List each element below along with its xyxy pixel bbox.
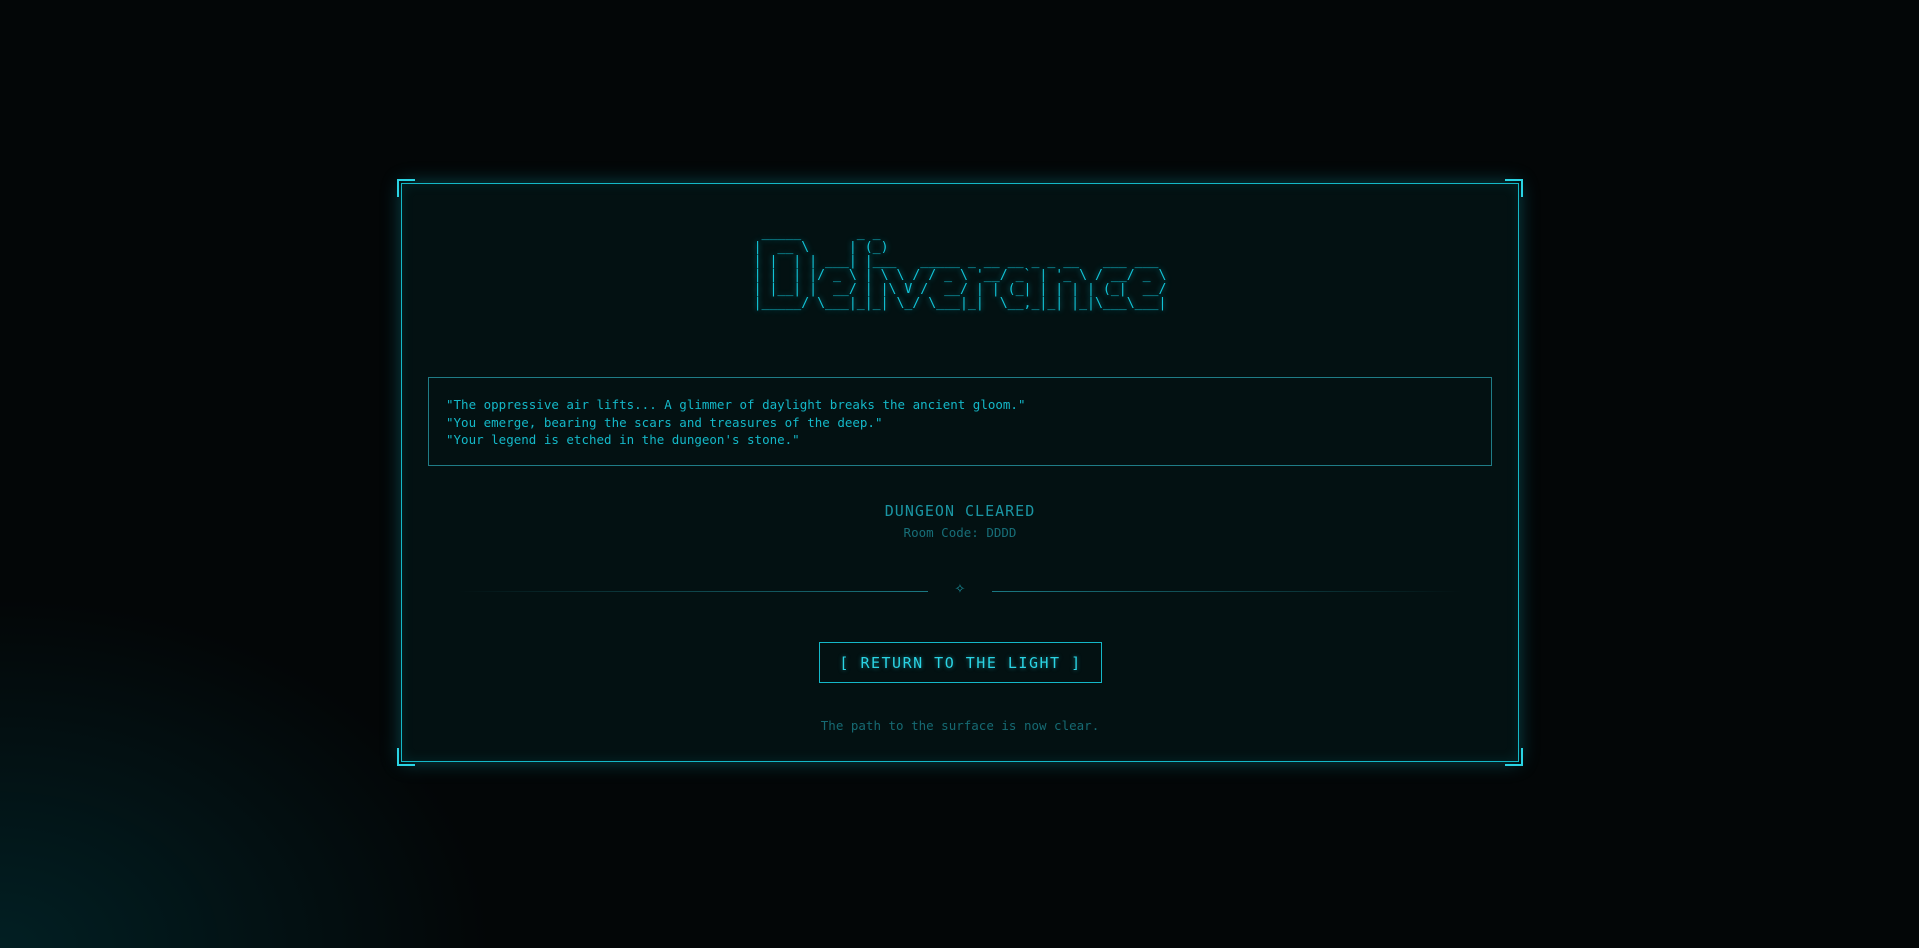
corner-bracket-top-left bbox=[397, 179, 415, 197]
divider-line-left bbox=[458, 591, 928, 592]
footer-note: The path to the surface is now clear. bbox=[820, 718, 1100, 733]
end-screen-panel: _____ _ _ | __ \ | (_) | | | | ___| |___… bbox=[397, 179, 1523, 766]
corner-bracket-bottom-left bbox=[397, 748, 415, 766]
sparkle-icon: ✧ bbox=[954, 582, 966, 597]
deliverance-ascii-logo: _____ _ _ | __ \ | (_) | | | | ___| |___… bbox=[402, 227, 1518, 311]
ornamental-divider: ✧ bbox=[458, 582, 1462, 598]
narrative-box: "The oppressive air lifts... A glimmer o… bbox=[428, 377, 1492, 466]
narrative-line: "Your legend is etched in the dungeon's … bbox=[446, 432, 800, 447]
room-code-label: Room Code: DDDD bbox=[903, 525, 1017, 540]
dungeon-status-title: DUNGEON CLEARED bbox=[884, 502, 1036, 520]
corner-bracket-bottom-right bbox=[1505, 748, 1523, 766]
narrative-line: "The oppressive air lifts... A glimmer o… bbox=[446, 397, 1026, 412]
ascii-art-title: _____ _ _ | __ \ | (_) | | | | ___| |___… bbox=[753, 226, 1167, 311]
divider-line-right bbox=[992, 591, 1462, 592]
return-to-light-button[interactable]: [ RETURN TO THE LIGHT ] bbox=[819, 642, 1102, 683]
narrative-line: "You emerge, bearing the scars and treas… bbox=[446, 414, 883, 430]
corner-bracket-top-right bbox=[1505, 179, 1523, 197]
